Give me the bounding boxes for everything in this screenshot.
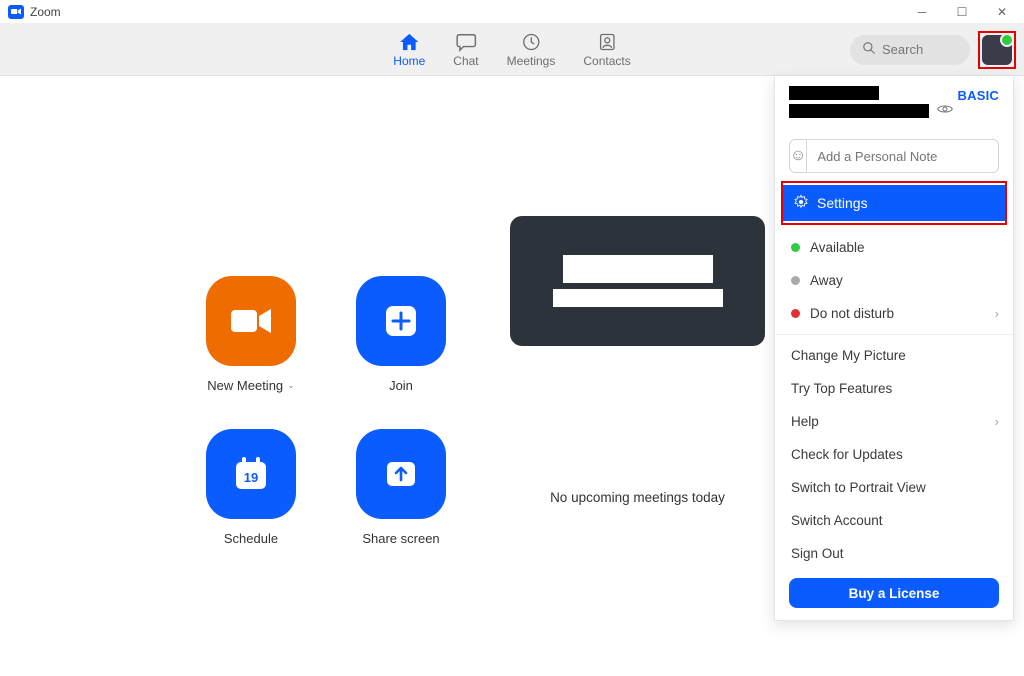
status-away[interactable]: Away [775,264,1013,297]
menu-separator [775,334,1013,335]
tab-meetings-label: Meetings [507,54,556,68]
tab-home-label: Home [393,54,425,68]
reveal-email-icon[interactable] [937,102,953,120]
tab-meetings[interactable]: Meetings [507,32,556,68]
search-icon [862,41,876,58]
maximize-button[interactable]: ☐ [944,1,980,23]
buy-license-button[interactable]: Buy a License [789,578,999,608]
clock-card [510,216,765,346]
share-screen-button[interactable]: Share screen [336,429,466,546]
status-dot-red [791,309,800,318]
clock-icon [519,32,543,52]
status-dot-gray [791,276,800,285]
new-meeting-label: New Meeting [207,378,283,393]
settings-label: Settings [817,195,868,211]
check-updates-menu-item[interactable]: Check for Updates [775,438,1013,471]
emoji-icon[interactable]: ☺ [790,140,807,172]
no-meetings-text: No upcoming meetings today [510,490,765,505]
top-features-menu-item[interactable]: Try Top Features [775,372,1013,405]
zoom-app-icon [8,5,24,19]
contacts-icon [595,32,619,52]
change-picture-menu-item[interactable]: Change My Picture [775,339,1013,372]
tab-chat-label: Chat [453,54,478,68]
profile-dropdown: BASIC ☺ Settings Available Away Do not d… [774,76,1014,621]
gear-icon [793,194,809,213]
join-label: Join [389,378,413,393]
join-button[interactable]: Join [336,276,466,393]
tab-chat[interactable]: Chat [453,32,478,68]
sign-out-menu-item[interactable]: Sign Out [775,537,1013,570]
tab-home[interactable]: Home [393,32,425,68]
home-icon [397,32,421,52]
search-placeholder: Search [882,42,923,57]
settings-menu-item[interactable]: Settings [781,185,1007,221]
top-toolbar: Home Chat Meetings Contacts Search [0,24,1024,76]
profile-avatar-button[interactable] [982,35,1012,65]
schedule-button[interactable]: 19 Schedule [186,429,316,546]
video-icon [206,276,296,366]
status-do-not-disturb[interactable]: Do not disturb › [775,297,1013,330]
switch-account-menu-item[interactable]: Switch Account [775,504,1013,537]
help-menu-item[interactable]: Help› [775,405,1013,438]
chevron-down-icon[interactable]: ⌄ [287,380,295,391]
personal-note-input[interactable] [807,149,999,164]
status-available[interactable]: Available [775,231,1013,264]
minimize-button[interactable]: ─ [904,1,940,23]
calendar-icon: 19 [206,429,296,519]
svg-text:19: 19 [244,470,258,485]
chevron-right-icon: › [995,306,999,321]
new-meeting-button[interactable]: New Meeting ⌄ [186,276,316,393]
tab-contacts-label: Contacts [583,54,630,68]
window-title: Zoom [30,5,61,19]
schedule-label: Schedule [224,531,278,546]
search-input[interactable]: Search [850,35,970,65]
clock-card-date-redacted [553,289,723,307]
personal-note-field[interactable]: ☺ [789,139,999,173]
plus-icon [356,276,446,366]
share-arrow-icon [356,429,446,519]
share-screen-label: Share screen [362,531,439,546]
tab-contacts[interactable]: Contacts [583,32,630,68]
plan-badge: BASIC [958,88,999,103]
chat-icon [454,32,478,52]
portrait-view-menu-item[interactable]: Switch to Portrait View [775,471,1013,504]
settings-highlight: Settings [775,185,1013,221]
chevron-right-icon: › [995,414,999,429]
profile-name-redacted [789,86,879,100]
upcoming-meetings-panel: No upcoming meetings today [510,216,765,676]
profile-email-redacted [789,104,929,118]
profile-avatar-highlight [978,31,1016,69]
status-dot-green [791,243,800,252]
close-button[interactable]: ✕ [984,1,1020,23]
clock-card-time-redacted [563,255,713,283]
title-bar: Zoom ─ ☐ ✕ [0,0,1024,24]
